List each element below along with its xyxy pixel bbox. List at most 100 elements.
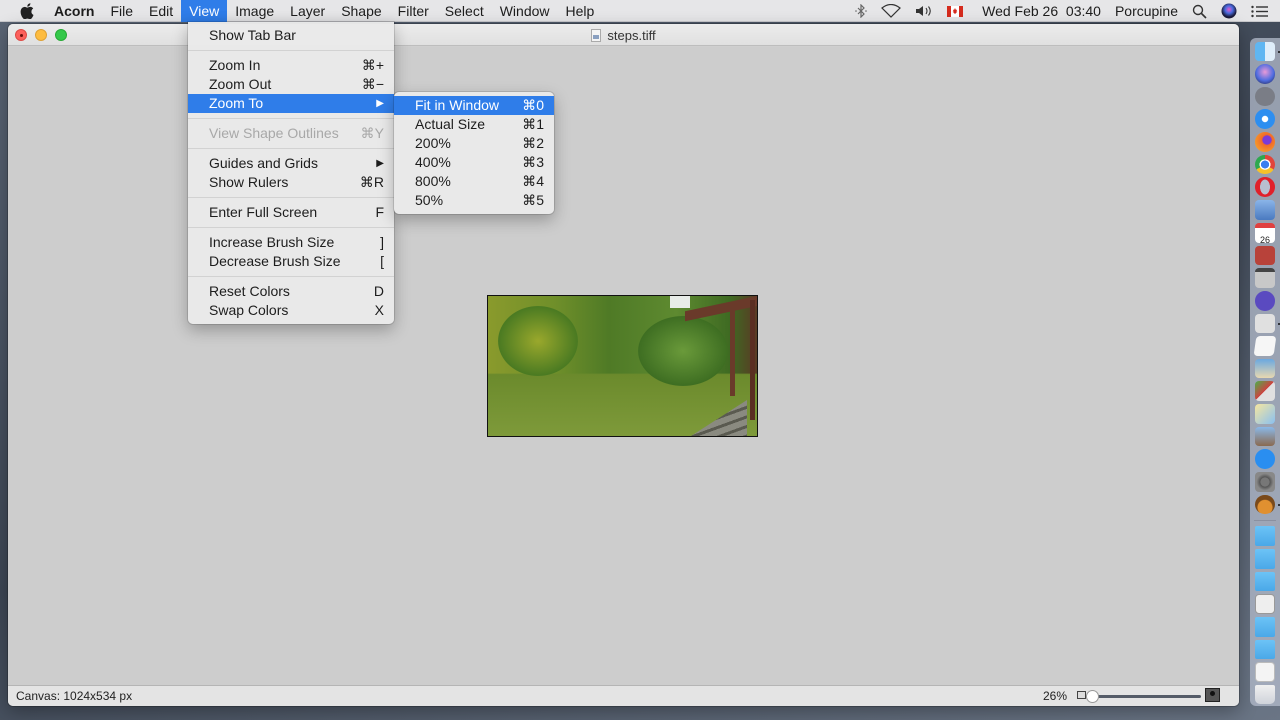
zoom-slider-knob[interactable] [1086, 690, 1099, 703]
menu-item-reset-colors[interactable]: Reset Colors D [188, 282, 394, 301]
zoom-slider[interactable] [1086, 690, 1201, 703]
dock-bbedit-icon[interactable] [1255, 290, 1275, 311]
dock-separator [1254, 519, 1276, 521]
wifi-icon[interactable] [874, 0, 908, 22]
menu-shape[interactable]: Shape [333, 0, 389, 22]
siri-icon[interactable] [1214, 0, 1244, 22]
menu-item-show-rulers[interactable]: Show Rulers ⌘R [188, 173, 394, 192]
dock-maps-icon[interactable] [1255, 404, 1275, 424]
user-name[interactable]: Porcupine [1108, 0, 1185, 22]
clock[interactable]: Wed Feb 26 03:40 [970, 0, 1108, 22]
menu-item-label: Swap Colors [209, 302, 289, 318]
dock: 26 [1250, 38, 1280, 706]
dock-photos-icon[interactable] [1255, 426, 1275, 447]
menu-item-guides-and-grids[interactable]: Guides and Grids ▶ [188, 154, 394, 173]
dock-screenshot-icon[interactable] [1255, 662, 1275, 682]
menu-image[interactable]: Image [227, 0, 282, 22]
volume-icon[interactable] [908, 0, 940, 22]
menu-item-shortcut: ⌘5 [522, 192, 544, 208]
menu-layer[interactable]: Layer [282, 0, 333, 22]
bluetooth-icon[interactable] [848, 0, 874, 22]
menu-item-enter-full-screen[interactable]: Enter Full Screen F [188, 203, 394, 222]
dock-folder-icon[interactable] [1255, 639, 1275, 660]
dock-chrome-icon[interactable] [1255, 154, 1275, 175]
menu-item-label: Fit in Window [415, 97, 500, 113]
menu-separator [188, 276, 394, 277]
submenu-item-50[interactable]: 50% ⌘5 [394, 191, 554, 210]
menu-item-label: Guides and Grids [209, 155, 318, 171]
image-pergola-roof [685, 296, 757, 322]
dock-photo-editor-icon[interactable] [1255, 381, 1275, 402]
menu-help[interactable]: Help [558, 0, 603, 22]
image-tree [498, 306, 578, 376]
menu-item-shortcut: F [375, 204, 384, 220]
dock-launchpad-icon[interactable] [1255, 86, 1275, 107]
dock-safari-icon[interactable] [1255, 109, 1275, 130]
dock-opera-icon[interactable] [1255, 177, 1275, 197]
menu-view[interactable]: View [181, 0, 228, 22]
dock-acorn-icon[interactable] [1255, 494, 1280, 515]
menu-item-zoom-in[interactable]: Zoom In ⌘+ [188, 56, 394, 75]
menu-separator [188, 148, 394, 149]
menu-item-shortcut: ⌘− [361, 76, 384, 92]
dock-image-capture-icon[interactable] [1255, 313, 1280, 334]
dock-app-store-icon[interactable] [1255, 449, 1275, 470]
dock-calculator-icon[interactable] [1255, 268, 1275, 288]
dock-downloads-folder-icon[interactable] [1255, 571, 1275, 592]
document-icon [591, 28, 602, 42]
dock-trash-icon[interactable] [1255, 684, 1275, 705]
menu-item-label: Zoom In [209, 57, 261, 73]
dock-finder-icon[interactable] [1255, 41, 1280, 62]
dock-system-preferences-icon[interactable] [1255, 472, 1275, 492]
menu-item-label: Zoom Out [209, 76, 272, 92]
menu-item-shortcut: [ [380, 253, 384, 269]
menu-item-increase-brush-size[interactable]: Increase Brush Size] [188, 233, 394, 252]
menu-item-decrease-brush-size[interactable]: Decrease Brush Size [ [188, 252, 394, 271]
dock-calendar-icon[interactable]: 26 [1255, 222, 1275, 245]
apple-menu-icon[interactable] [18, 0, 36, 22]
menu-item-shortcut: ⌘+ [361, 57, 384, 73]
menu-separator [188, 118, 394, 119]
image-pergola-post [750, 300, 755, 420]
submenu-item-fit-in-window[interactable]: Fit in Window ⌘0 [394, 96, 554, 115]
submenu-item-actual-size[interactable]: Actual Size ⌘1 [394, 115, 554, 134]
zoom-out-small-icon[interactable] [1077, 691, 1086, 699]
dock-siri-icon[interactable] [1255, 64, 1275, 84]
submenu-item-400[interactable]: 400% ⌘3 [394, 153, 554, 172]
submenu-item-800[interactable]: 800% ⌘4 [394, 172, 554, 191]
menu-item-label: 800% [415, 173, 451, 189]
menu-item-zoom-to[interactable]: Zoom To ▶ [188, 94, 394, 113]
menu-item-shortcut: ⌘2 [522, 135, 544, 151]
menu-item-shortcut: ] [380, 234, 384, 250]
submenu-item-200[interactable]: 200% ⌘2 [394, 134, 554, 153]
image-bushes [638, 316, 728, 386]
menu-select[interactable]: Select [437, 0, 492, 22]
spotlight-search-icon[interactable] [1185, 0, 1214, 22]
dock-photo-slideshow-icon[interactable] [1255, 358, 1275, 379]
menu-app-acorn[interactable]: Acorn [46, 0, 102, 22]
image-pergola-post [730, 308, 735, 396]
flag-canada-icon[interactable] [940, 0, 970, 22]
dock-recent-document-icon[interactable] [1255, 594, 1275, 614]
menu-item-zoom-out[interactable]: Zoom Out ⌘− [188, 75, 394, 94]
menu-edit[interactable]: Edit [141, 0, 181, 22]
notification-center-icon[interactable] [1244, 0, 1280, 22]
dock-preview-icon[interactable] [1255, 199, 1275, 220]
window-title: steps.tiff [607, 27, 656, 43]
menu-file[interactable]: File [102, 0, 141, 22]
dock-dictionary-icon[interactable] [1255, 245, 1275, 266]
menu-window[interactable]: Window [492, 0, 558, 22]
menu-item-label: Decrease Brush Size [209, 253, 341, 269]
dock-folder-icon[interactable] [1255, 616, 1275, 637]
dock-documents-folder-icon[interactable] [1255, 548, 1275, 569]
dock-textedit-icon[interactable] [1253, 336, 1277, 356]
menu-item-shortcut: ⌘0 [522, 97, 544, 113]
dock-firefox-icon[interactable] [1255, 132, 1275, 152]
menu-item-swap-colors[interactable]: Swap Colors X [188, 301, 394, 320]
dock-applications-folder-icon[interactable] [1255, 526, 1275, 546]
image-canvas[interactable] [487, 295, 758, 437]
menu-filter[interactable]: Filter [390, 0, 437, 22]
menu-item-show-tab-bar[interactable]: Show Tab Bar [188, 26, 394, 45]
zoom-in-large-icon[interactable] [1205, 688, 1220, 702]
zoom-to-submenu: Fit in Window ⌘0 Actual Size ⌘1 200% ⌘2 400… [394, 92, 554, 214]
